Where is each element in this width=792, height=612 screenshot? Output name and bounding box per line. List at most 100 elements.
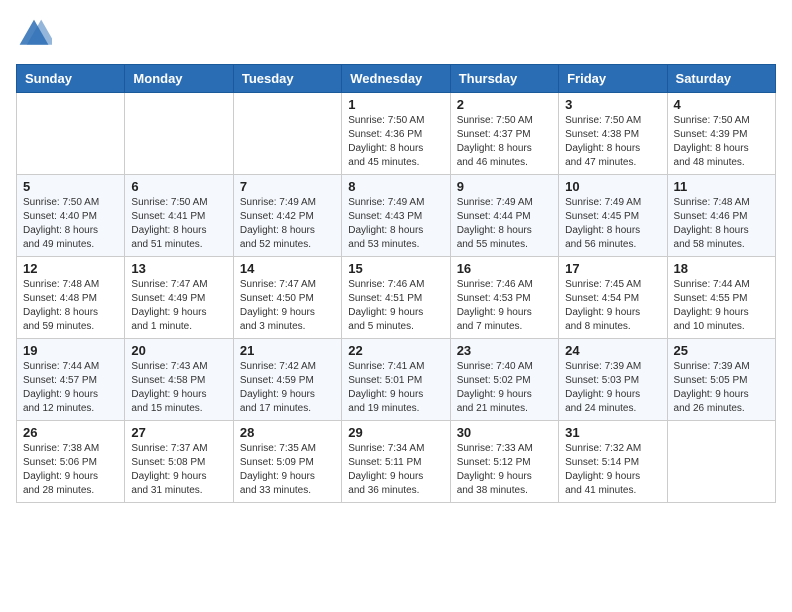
day-number: 1 xyxy=(348,97,443,112)
day-info: Sunrise: 7:46 AM Sunset: 4:53 PM Dayligh… xyxy=(457,278,552,334)
calendar-cell: 6 Sunrise: 7:50 AM Sunset: 4:41 PM Daylig… xyxy=(125,175,233,257)
day-info: Sunrise: 7:44 AM Sunset: 4:57 PM Dayligh… xyxy=(23,360,118,416)
calendar-header-friday: Friday xyxy=(559,65,667,93)
day-number: 12 xyxy=(23,261,118,276)
calendar-header-wednesday: Wednesday xyxy=(342,65,450,93)
day-number: 4 xyxy=(674,97,769,112)
calendar-header-saturday: Saturday xyxy=(667,65,775,93)
day-number: 7 xyxy=(240,179,335,194)
calendar-cell: 28Sunrise: 7:35 AM Sunset: 5:09 PM Dayli… xyxy=(233,421,341,503)
calendar-cell: 9 Sunrise: 7:49 AM Sunset: 4:44 PM Daylig… xyxy=(450,175,558,257)
calendar-week-2: 5 Sunrise: 7:50 AM Sunset: 4:40 PM Daylig… xyxy=(17,175,776,257)
calendar-cell xyxy=(233,93,341,175)
calendar-cell xyxy=(17,93,125,175)
day-number: 14 xyxy=(240,261,335,276)
day-info: Sunrise: 7:45 AM Sunset: 4:54 PM Dayligh… xyxy=(565,278,660,334)
calendar-cell: 1 Sunrise: 7:50 AM Sunset: 4:36 PM Daylig… xyxy=(342,93,450,175)
day-info: Sunrise: 7:47 AM Sunset: 4:49 PM Dayligh… xyxy=(131,278,226,334)
day-info: Sunrise: 7:37 AM Sunset: 5:08 PM Dayligh… xyxy=(131,442,226,498)
calendar-table: SundayMondayTuesdayWednesdayThursdayFrid… xyxy=(16,64,776,503)
day-number: 20 xyxy=(131,343,226,358)
day-number: 19 xyxy=(23,343,118,358)
day-info: Sunrise: 7:50 AM Sunset: 4:37 PM Dayligh… xyxy=(457,114,552,170)
calendar-header-sunday: Sunday xyxy=(17,65,125,93)
calendar-cell xyxy=(667,421,775,503)
day-info: Sunrise: 7:33 AM Sunset: 5:12 PM Dayligh… xyxy=(457,442,552,498)
day-info: Sunrise: 7:48 AM Sunset: 4:48 PM Dayligh… xyxy=(23,278,118,334)
calendar-cell: 4 Sunrise: 7:50 AM Sunset: 4:39 PM Daylig… xyxy=(667,93,775,175)
day-number: 23 xyxy=(457,343,552,358)
calendar-cell: 23 Sunrise: 7:40 AM Sunset: 5:02 PM Dayli… xyxy=(450,339,558,421)
calendar-cell: 31Sunrise: 7:32 AM Sunset: 5:14 PM Dayli… xyxy=(559,421,667,503)
calendar-week-5: 26 Sunrise: 7:38 AM Sunset: 5:06 PM Dayli… xyxy=(17,421,776,503)
day-info: Sunrise: 7:50 AM Sunset: 4:39 PM Dayligh… xyxy=(674,114,769,170)
day-info: Sunrise: 7:42 AM Sunset: 4:59 PM Dayligh… xyxy=(240,360,335,416)
calendar-cell: 26 Sunrise: 7:38 AM Sunset: 5:06 PM Dayli… xyxy=(17,421,125,503)
day-info: Sunrise: 7:47 AM Sunset: 4:50 PM Dayligh… xyxy=(240,278,335,334)
calendar-cell: 2 Sunrise: 7:50 AM Sunset: 4:37 PM Daylig… xyxy=(450,93,558,175)
day-number: 11 xyxy=(674,179,769,194)
day-info: Sunrise: 7:50 AM Sunset: 4:41 PM Dayligh… xyxy=(131,196,226,252)
day-number: 2 xyxy=(457,97,552,112)
day-info: Sunrise: 7:49 AM Sunset: 4:44 PM Dayligh… xyxy=(457,196,552,252)
calendar-cell: 19 Sunrise: 7:44 AM Sunset: 4:57 PM Dayli… xyxy=(17,339,125,421)
calendar-cell: 5 Sunrise: 7:50 AM Sunset: 4:40 PM Daylig… xyxy=(17,175,125,257)
day-info: Sunrise: 7:41 AM Sunset: 5:01 PM Dayligh… xyxy=(348,360,443,416)
day-info: Sunrise: 7:48 AM Sunset: 4:46 PM Dayligh… xyxy=(674,196,769,252)
day-info: Sunrise: 7:35 AM Sunset: 5:09 PM Dayligh… xyxy=(240,442,335,498)
day-number: 3 xyxy=(565,97,660,112)
day-number: 26 xyxy=(23,425,118,440)
day-number: 21 xyxy=(240,343,335,358)
day-info: Sunrise: 7:49 AM Sunset: 4:42 PM Dayligh… xyxy=(240,196,335,252)
calendar-cell: 8Sunrise: 7:49 AM Sunset: 4:43 PM Daylig… xyxy=(342,175,450,257)
day-info: Sunrise: 7:46 AM Sunset: 4:51 PM Dayligh… xyxy=(348,278,443,334)
calendar-cell: 15Sunrise: 7:46 AM Sunset: 4:51 PM Dayli… xyxy=(342,257,450,339)
calendar-cell: 11 Sunrise: 7:48 AM Sunset: 4:46 PM Dayli… xyxy=(667,175,775,257)
page-header xyxy=(16,16,776,52)
day-number: 9 xyxy=(457,179,552,194)
day-number: 16 xyxy=(457,261,552,276)
calendar-cell: 3Sunrise: 7:50 AM Sunset: 4:38 PM Daylig… xyxy=(559,93,667,175)
day-info: Sunrise: 7:43 AM Sunset: 4:58 PM Dayligh… xyxy=(131,360,226,416)
calendar-cell: 25Sunrise: 7:39 AM Sunset: 5:05 PM Dayli… xyxy=(667,339,775,421)
calendar-header-tuesday: Tuesday xyxy=(233,65,341,93)
day-number: 6 xyxy=(131,179,226,194)
calendar-cell: 21 Sunrise: 7:42 AM Sunset: 4:59 PM Dayli… xyxy=(233,339,341,421)
calendar-cell: 14 Sunrise: 7:47 AM Sunset: 4:50 PM Dayli… xyxy=(233,257,341,339)
calendar-header-thursday: Thursday xyxy=(450,65,558,93)
day-info: Sunrise: 7:49 AM Sunset: 4:45 PM Dayligh… xyxy=(565,196,660,252)
calendar-cell: 30 Sunrise: 7:33 AM Sunset: 5:12 PM Dayli… xyxy=(450,421,558,503)
day-info: Sunrise: 7:39 AM Sunset: 5:03 PM Dayligh… xyxy=(565,360,660,416)
calendar-header-monday: Monday xyxy=(125,65,233,93)
calendar-cell: 7 Sunrise: 7:49 AM Sunset: 4:42 PM Daylig… xyxy=(233,175,341,257)
calendar-cell: 13 Sunrise: 7:47 AM Sunset: 4:49 PM Dayli… xyxy=(125,257,233,339)
day-number: 5 xyxy=(23,179,118,194)
day-info: Sunrise: 7:49 AM Sunset: 4:43 PM Dayligh… xyxy=(348,196,443,252)
day-number: 13 xyxy=(131,261,226,276)
day-number: 25 xyxy=(674,343,769,358)
day-number: 29 xyxy=(348,425,443,440)
day-info: Sunrise: 7:50 AM Sunset: 4:36 PM Dayligh… xyxy=(348,114,443,170)
logo xyxy=(16,16,56,52)
day-info: Sunrise: 7:40 AM Sunset: 5:02 PM Dayligh… xyxy=(457,360,552,416)
day-info: Sunrise: 7:50 AM Sunset: 4:40 PM Dayligh… xyxy=(23,196,118,252)
day-info: Sunrise: 7:38 AM Sunset: 5:06 PM Dayligh… xyxy=(23,442,118,498)
day-number: 10 xyxy=(565,179,660,194)
calendar-cell: 18 Sunrise: 7:44 AM Sunset: 4:55 PM Dayli… xyxy=(667,257,775,339)
day-info: Sunrise: 7:44 AM Sunset: 4:55 PM Dayligh… xyxy=(674,278,769,334)
day-number: 18 xyxy=(674,261,769,276)
calendar-cell: 22 Sunrise: 7:41 AM Sunset: 5:01 PM Dayli… xyxy=(342,339,450,421)
calendar-cell: 10 Sunrise: 7:49 AM Sunset: 4:45 PM Dayli… xyxy=(559,175,667,257)
calendar-cell: 27Sunrise: 7:37 AM Sunset: 5:08 PM Dayli… xyxy=(125,421,233,503)
calendar-week-3: 12 Sunrise: 7:48 AM Sunset: 4:48 PM Dayli… xyxy=(17,257,776,339)
calendar-cell xyxy=(125,93,233,175)
calendar-week-4: 19 Sunrise: 7:44 AM Sunset: 4:57 PM Dayli… xyxy=(17,339,776,421)
calendar-cell: 12 Sunrise: 7:48 AM Sunset: 4:48 PM Dayli… xyxy=(17,257,125,339)
calendar-cell: 20 Sunrise: 7:43 AM Sunset: 4:58 PM Dayli… xyxy=(125,339,233,421)
day-number: 22 xyxy=(348,343,443,358)
day-number: 31 xyxy=(565,425,660,440)
day-number: 30 xyxy=(457,425,552,440)
day-number: 17 xyxy=(565,261,660,276)
calendar-week-1: 1 Sunrise: 7:50 AM Sunset: 4:36 PM Daylig… xyxy=(17,93,776,175)
logo-icon xyxy=(16,16,52,52)
